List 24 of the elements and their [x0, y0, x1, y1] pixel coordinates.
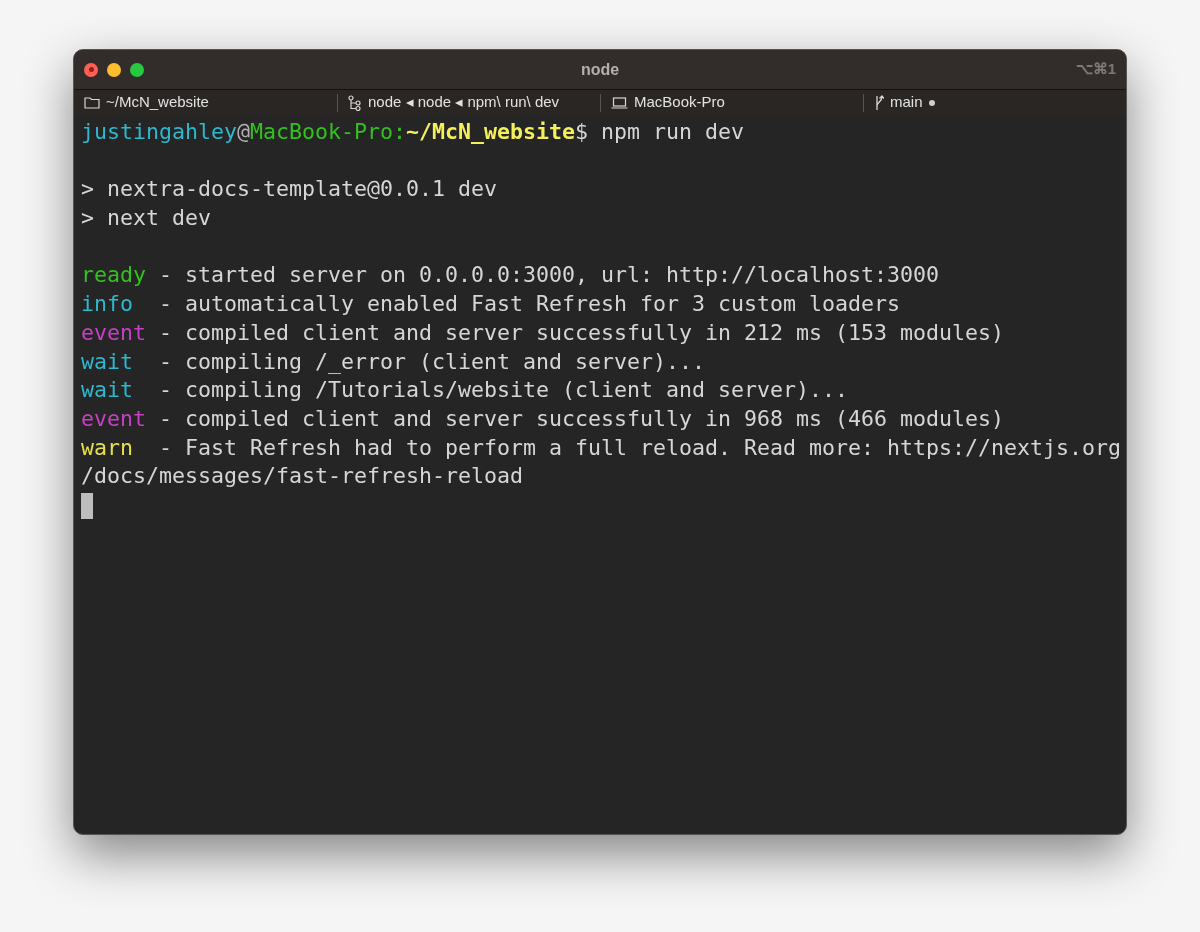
terminal-line: justingahley@MacBook-Pro:~/McN_website$ npm run dev: [81, 118, 746, 146]
terminal-line: info - automatically enabled Fast Refresh for 3 custom loaders: [81, 290, 902, 319]
laptop-icon: [611, 96, 628, 109]
status-label: MacBook-Pro: [634, 92, 725, 113]
folder-icon: [84, 96, 100, 109]
tree-icon: [348, 94, 362, 111]
terminal-line: event - compiled client and server successfully in 212 ms (153 modules): [81, 318, 1006, 347]
terminal-line: > next dev: [81, 204, 212, 233]
status-label: ~/McN_website: [106, 92, 209, 113]
terminal-line: wait - compiling /Tutorials/website (client and server)...: [81, 376, 850, 405]
terminal-line: > nextra-docs-template@0.0.1 dev: [81, 175, 499, 204]
terminal-line: warn - Fast Refresh had to perform a full reload. Read more: https://nextjs.org: [81, 433, 1123, 462]
terminal-line: /docs/messages/fast-refresh-reload: [81, 462, 525, 491]
zoom-button[interactable]: [130, 62, 144, 77]
minimize-button[interactable]: [107, 62, 121, 77]
terminal-line: ready - started server on 0.0.0.0:3000, url: http://localhost:3000: [81, 261, 941, 290]
shortcut-label: ⌥⌘1: [1075, 59, 1116, 80]
status-label: node ◂ node ◂ npm\ run\ dev: [368, 92, 560, 113]
window-title: node: [580, 59, 620, 80]
status-label: main: [890, 92, 923, 113]
close-button[interactable]: [84, 62, 98, 77]
terminal-line: wait - compiling /_error (client and server)...: [81, 347, 707, 376]
branch-icon: [874, 94, 884, 111]
terminal-line: event - compiled client and server successfully in 968 ms (466 modules): [81, 405, 1006, 433]
